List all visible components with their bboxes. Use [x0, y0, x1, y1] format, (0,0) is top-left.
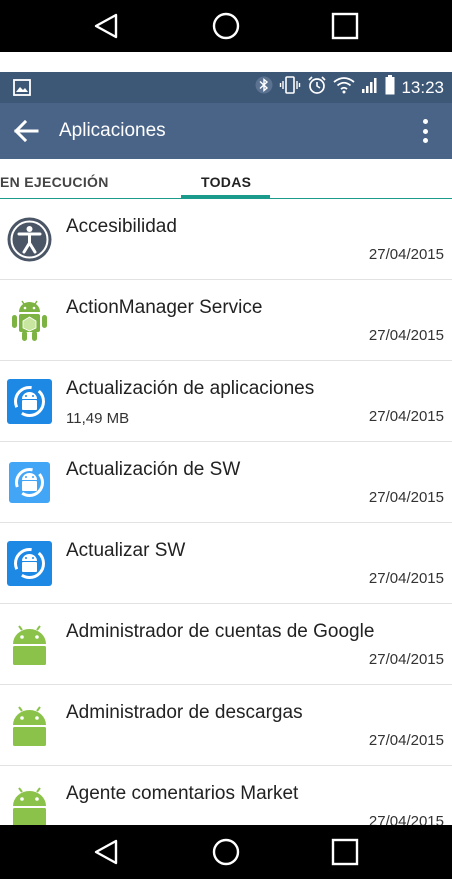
android-icon	[7, 703, 52, 748]
app-name: Administrador de cuentas de Google	[66, 621, 375, 642]
bluetooth-icon	[255, 75, 273, 100]
android-icon	[7, 784, 52, 825]
home-circle-icon	[212, 838, 240, 866]
list-item[interactable]: Accesibilidad 27/04/2015	[0, 199, 452, 280]
update-icon	[7, 460, 52, 505]
list-item[interactable]: Agente comentarios Market 27/04/2015	[0, 766, 452, 825]
back-triangle-icon	[94, 13, 118, 39]
alarm-icon	[307, 75, 327, 100]
app-date: 27/04/2015	[368, 813, 444, 825]
signal-strength-icon	[361, 76, 379, 99]
app-date: 27/04/2015	[368, 732, 444, 749]
app-date: 27/04/2015	[368, 651, 444, 668]
app-name: Actualización de aplicaciones	[66, 378, 315, 399]
nav-home-button[interactable]	[212, 12, 240, 40]
home-circle-icon	[212, 12, 240, 40]
update-icon	[7, 541, 52, 586]
tab-all[interactable]: TODAS	[201, 174, 251, 190]
gallery-notification-icon	[13, 79, 31, 101]
list-item[interactable]: Administrador de cuentas de Google 27/04…	[0, 604, 452, 685]
list-item[interactable]: Administrador de descargas 27/04/2015	[0, 685, 452, 766]
app-name: Accesibilidad	[66, 216, 177, 237]
android-box-icon	[7, 298, 52, 343]
bottom-navigation-bar	[0, 825, 452, 879]
back-triangle-icon	[94, 839, 118, 865]
app-date: 27/04/2015	[368, 327, 444, 344]
update-icon	[7, 379, 52, 424]
status-clock: 13:23	[401, 77, 444, 97]
status-bar: 13:23	[0, 72, 452, 103]
app-date: 27/04/2015	[368, 570, 444, 587]
app-date: 27/04/2015	[368, 408, 444, 425]
list-item[interactable]: ActionManager Service 27/04/2015	[0, 280, 452, 361]
android-icon	[7, 622, 52, 667]
app-name: Actualización de SW	[66, 459, 241, 480]
list-item[interactable]: Actualizar SW 27/04/2015	[0, 523, 452, 604]
list-item[interactable]: Actualización de SW 27/04/2015	[0, 442, 452, 523]
app-size: 11,49 MB	[66, 410, 130, 427]
nav-recent-apps-button[interactable]	[331, 838, 359, 866]
page-title: Aplicaciones	[59, 120, 166, 141]
tab-running[interactable]: EN EJECUCIÓN	[0, 174, 109, 190]
app-date: 27/04/2015	[368, 246, 444, 263]
recent-apps-square-icon	[331, 12, 359, 40]
app-date: 27/04/2015	[368, 489, 444, 506]
vibrate-icon	[279, 75, 301, 100]
app-name: Actualizar SW	[66, 540, 186, 561]
wifi-icon	[333, 76, 356, 99]
back-arrow-icon[interactable]	[13, 119, 39, 148]
nav-back-button[interactable]	[92, 838, 120, 866]
nav-recent-apps-button[interactable]	[331, 12, 359, 40]
accessibility-icon	[7, 217, 52, 262]
app-list[interactable]: Accesibilidad 27/04/2015 ActionManager S…	[0, 199, 452, 825]
overflow-menu-icon[interactable]	[420, 117, 430, 145]
tab-bar: EN EJECUCIÓN TODAS	[0, 159, 452, 199]
tab-selected-indicator	[181, 195, 270, 198]
battery-icon	[385, 75, 395, 100]
top-navigation-bar	[0, 0, 452, 52]
app-name: Agente comentarios Market	[66, 783, 299, 804]
nav-back-button[interactable]	[92, 12, 120, 40]
app-bar: Aplicaciones	[0, 103, 452, 159]
recent-apps-square-icon	[331, 838, 359, 866]
list-item[interactable]: Actualización de aplicaciones 11,49 MB 2…	[0, 361, 452, 442]
app-name: ActionManager Service	[66, 297, 263, 318]
nav-home-button[interactable]	[212, 838, 240, 866]
app-name: Administrador de descargas	[66, 702, 303, 723]
screen-gap	[0, 52, 452, 72]
